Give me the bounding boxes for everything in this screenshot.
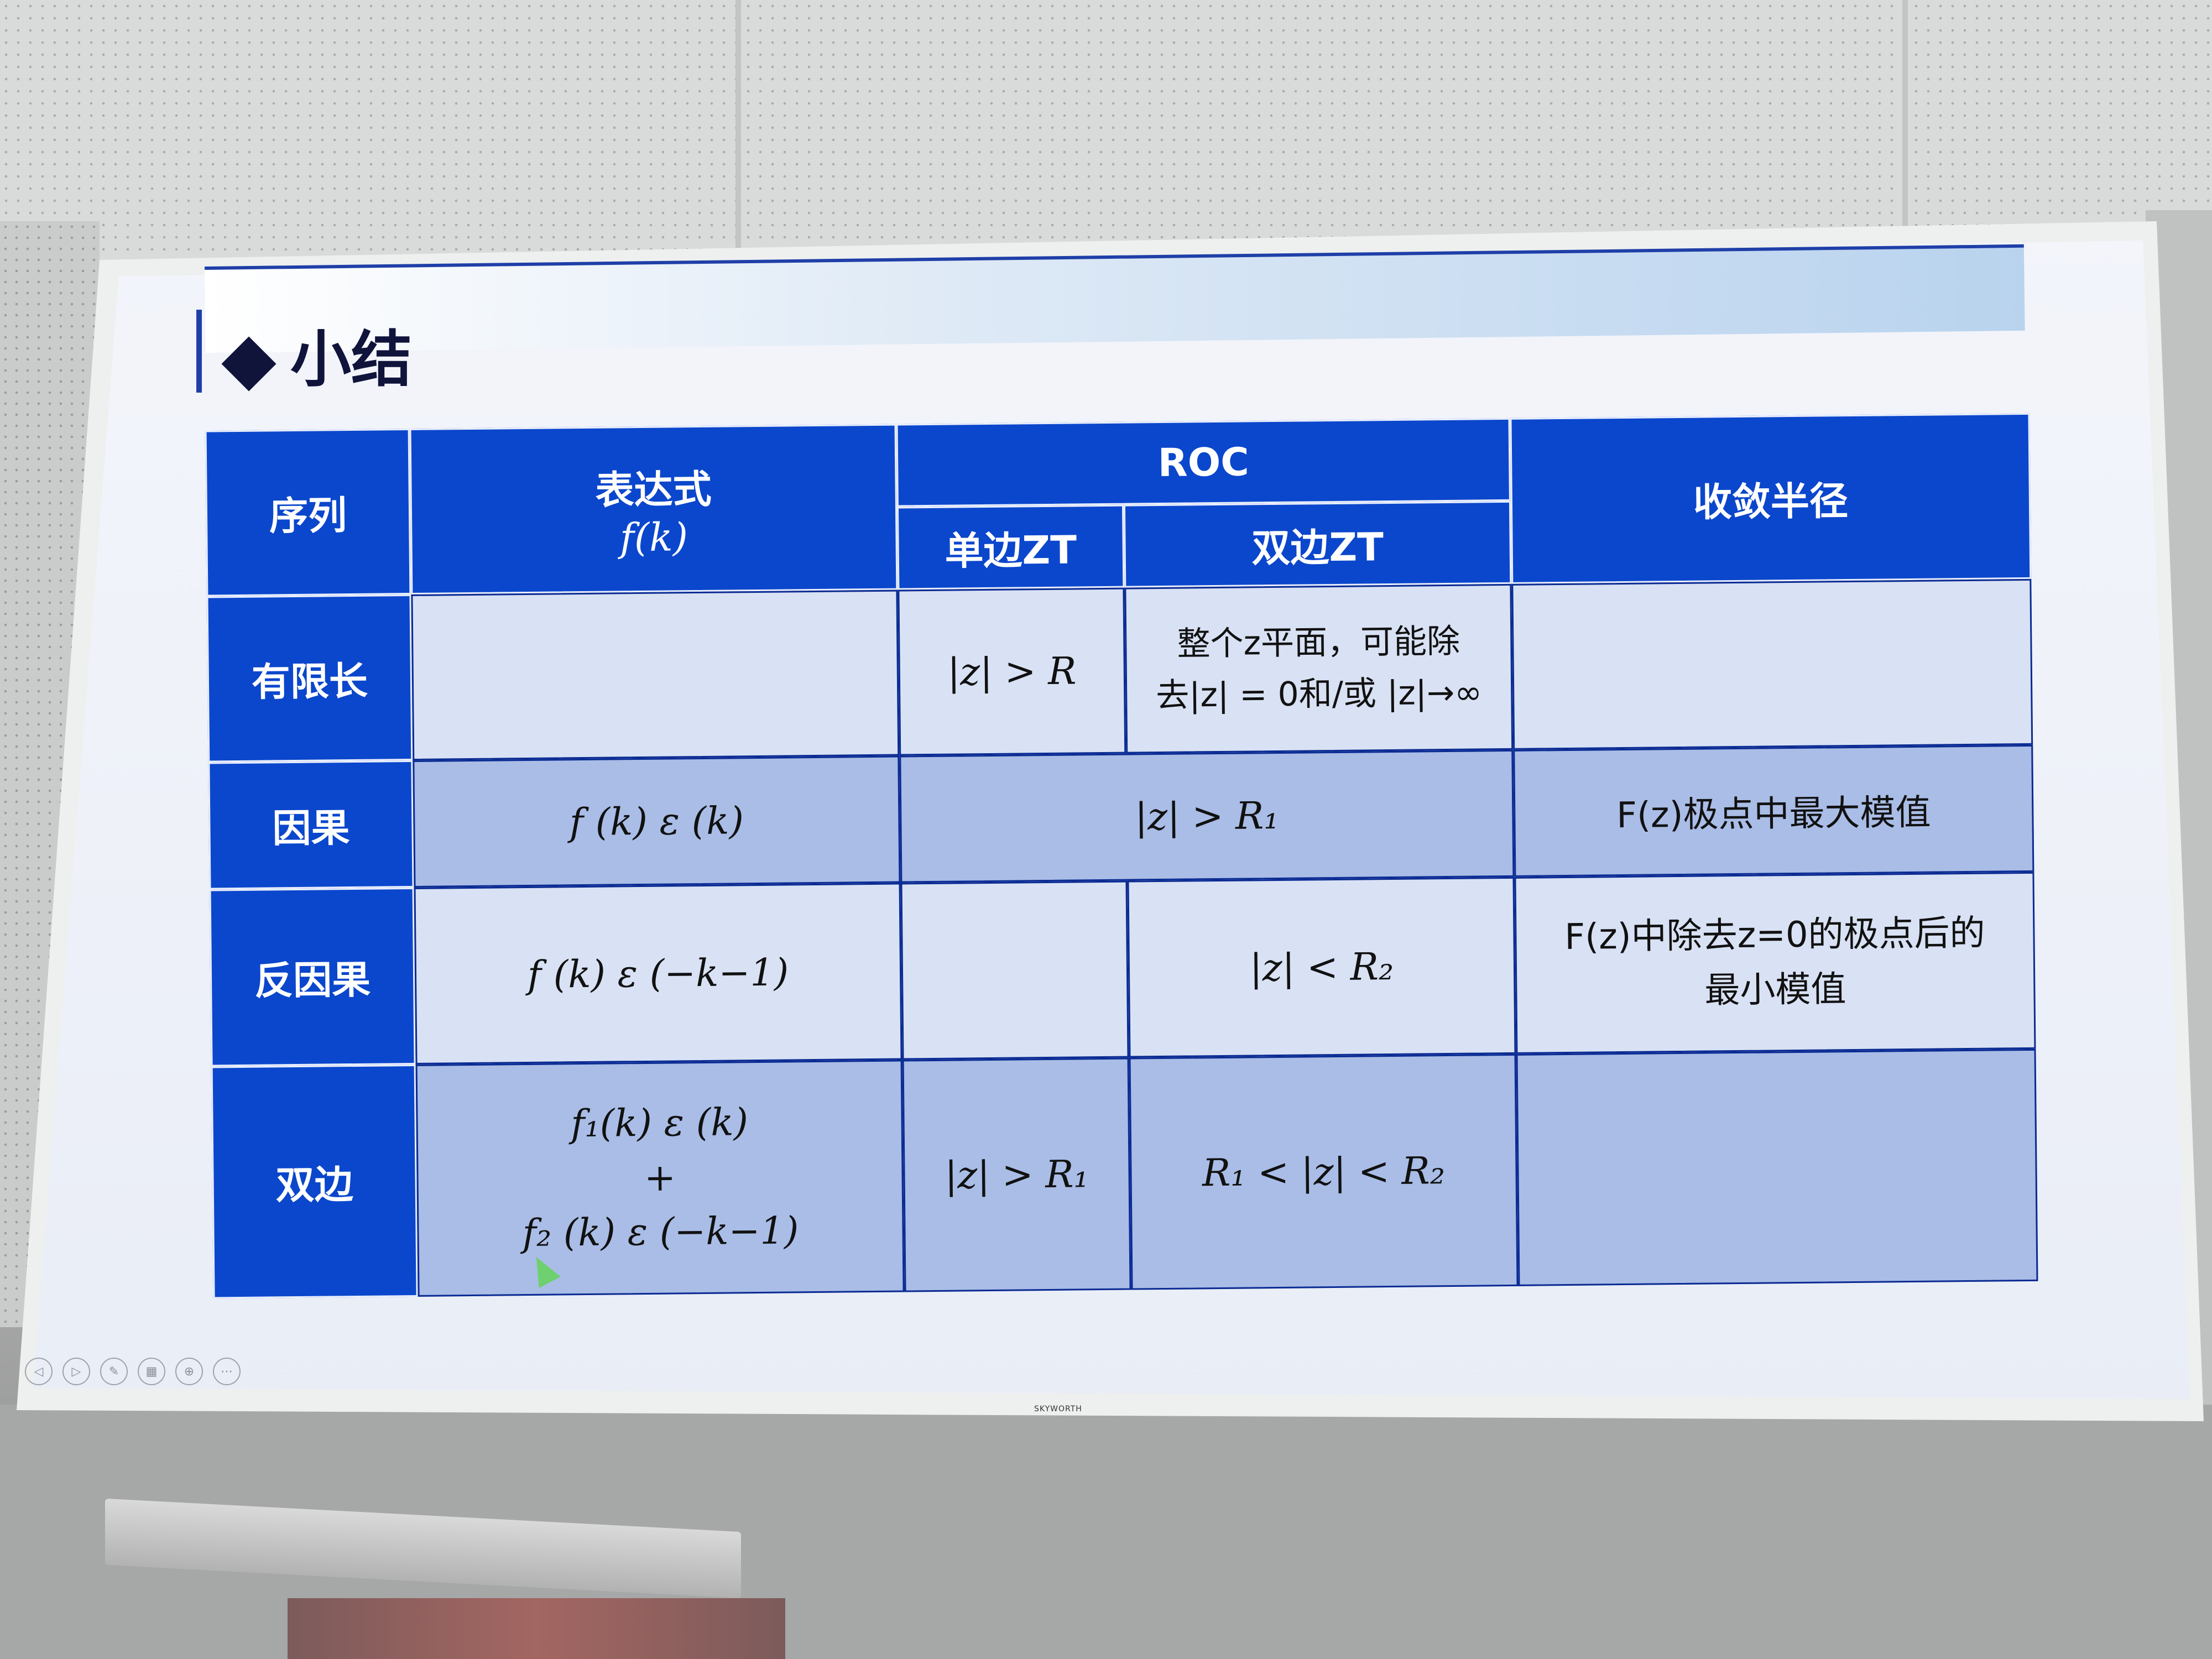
more-icon[interactable]: ⋯ bbox=[213, 1358, 241, 1385]
row-twosided-expr: f₁(k) ε (k) + f₂ (k) ε (−k−1) bbox=[415, 1060, 905, 1297]
header-sequence: 序列 bbox=[205, 429, 411, 597]
row-twosided-radius bbox=[1516, 1048, 2038, 1286]
header-radius: 收敛半径 bbox=[1510, 413, 2032, 584]
slide-title: 小结 bbox=[221, 310, 412, 398]
row-finite-label: 有限长 bbox=[206, 594, 413, 763]
header-expression: 表达式 f(k) bbox=[409, 424, 898, 594]
header-roc: ROC bbox=[896, 418, 1511, 507]
slide: 小结 序列 表达式 f(k) ROC 单边ZT 双边ZT 收敛半径 有限长 |z… bbox=[0, 0, 2212, 1659]
row-anticausal-label: 反因果 bbox=[209, 887, 416, 1067]
row-finite-single: |z| > R bbox=[898, 587, 1126, 756]
header-bar bbox=[205, 244, 2025, 353]
next-icon[interactable]: ▷ bbox=[62, 1358, 90, 1385]
zoom-icon[interactable]: ⊕ bbox=[175, 1358, 203, 1385]
row-twosided-single: |z| > R₁ bbox=[902, 1057, 1131, 1292]
diamond-icon bbox=[221, 336, 276, 392]
row-twosided-label: 双边 bbox=[211, 1064, 418, 1299]
row-finite-radius bbox=[1511, 578, 2033, 750]
row-causal-expr: f (k) ε (k) bbox=[413, 755, 901, 888]
row-anticausal-double: |z| < R₂ bbox=[1127, 877, 1516, 1058]
row-anticausal-expr: f (k) ε (−k−1) bbox=[414, 883, 902, 1065]
row-causal-radius: F(z)极点中最大模值 bbox=[1513, 744, 2034, 877]
row-anticausal-single bbox=[900, 880, 1129, 1060]
row-finite-expr bbox=[411, 589, 900, 760]
header-roc-single: 单边ZT bbox=[896, 504, 1125, 590]
row-anticausal-radius: F(z)中除去z=0的极点后的 最小模值 bbox=[1514, 872, 2036, 1054]
row-causal-roc: |z| > R₁ bbox=[899, 749, 1515, 883]
header-accent bbox=[196, 310, 202, 393]
pen-icon[interactable]: ✎ bbox=[100, 1358, 128, 1385]
header-roc-double: 双边ZT bbox=[1123, 500, 1512, 588]
row-causal-label: 因果 bbox=[208, 760, 414, 890]
slides-icon[interactable]: ▦ bbox=[138, 1358, 165, 1385]
row-finite-double: 整个z平面，可能除 去|z| = 0和/或 |z|→∞ bbox=[1124, 583, 1514, 754]
prev-icon[interactable]: ◁ bbox=[25, 1358, 53, 1385]
slideshow-toolbar: ◁ ▷ ✎ ▦ ⊕ ⋯ bbox=[25, 1358, 241, 1385]
row-twosided-double: R₁ < |z| < R₂ bbox=[1129, 1053, 1519, 1290]
